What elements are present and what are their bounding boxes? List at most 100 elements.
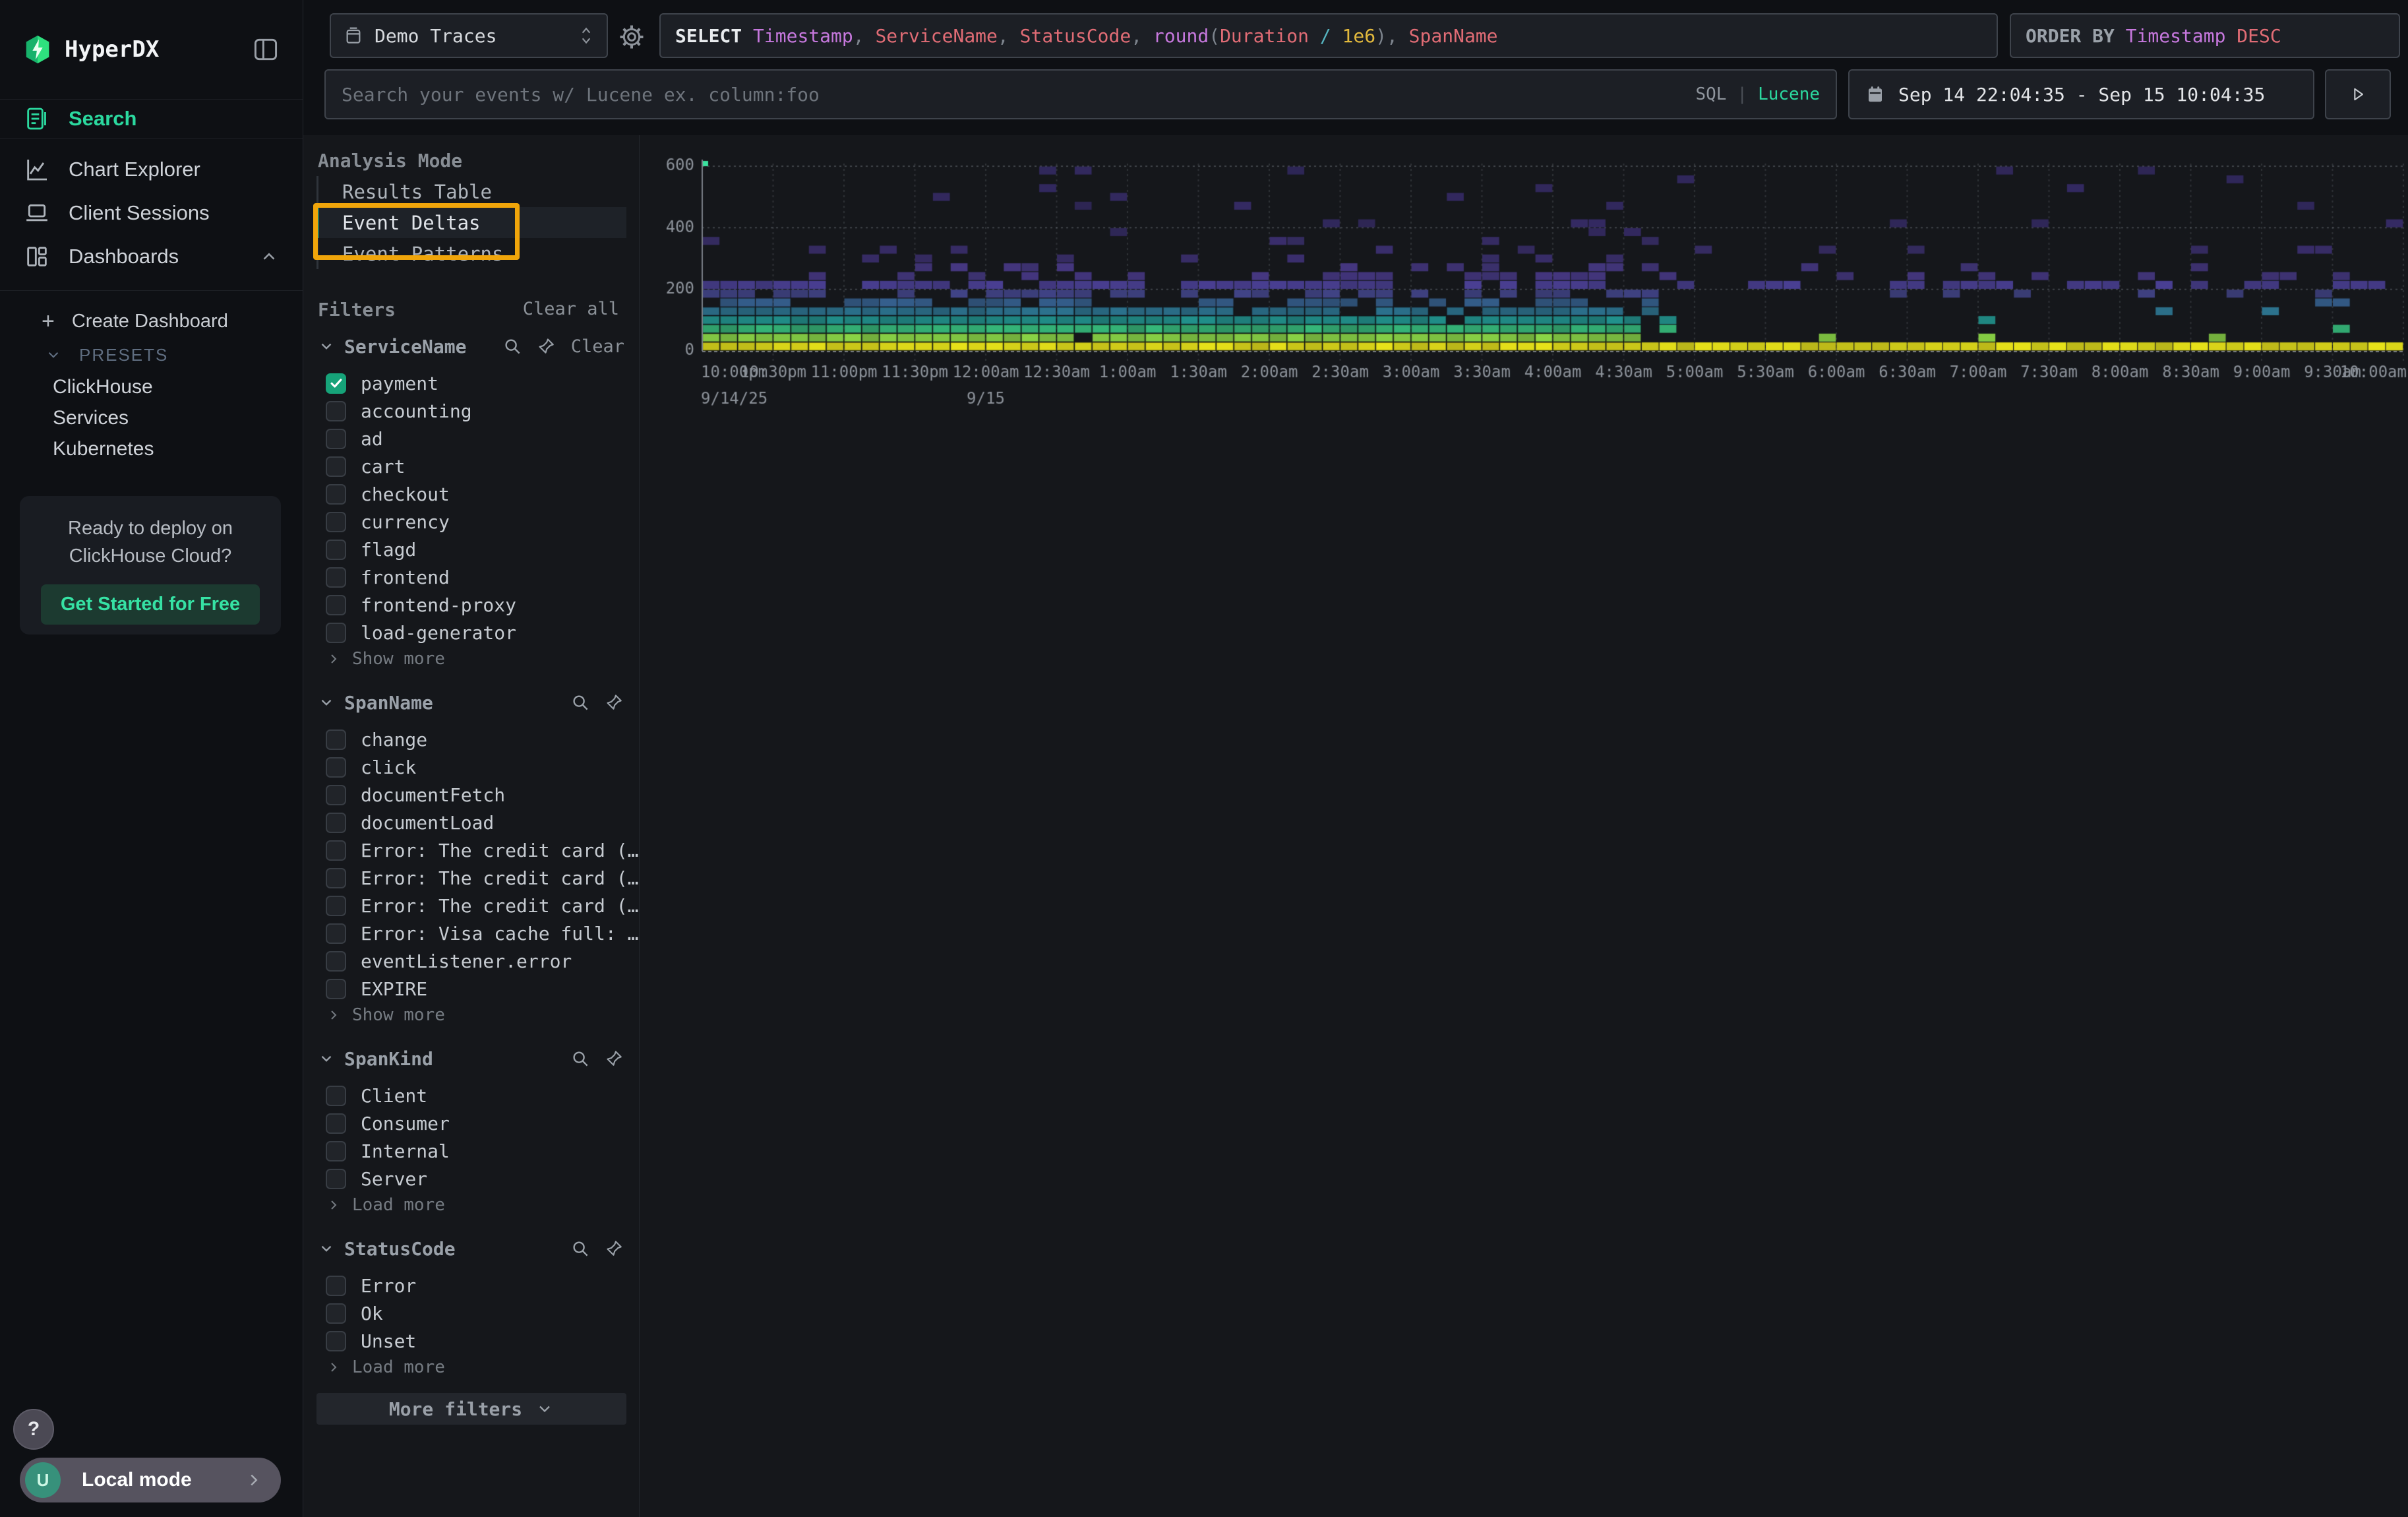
filter-option-label: frontend: [361, 567, 450, 588]
filter-option-flagd[interactable]: flagd: [326, 536, 416, 563]
filter-option-documentload[interactable]: documentLoad: [326, 809, 494, 836]
filter-option-expire[interactable]: EXPIRE: [326, 975, 427, 1002]
checkbox[interactable]: [326, 896, 346, 916]
search-icon[interactable]: [502, 336, 522, 356]
checkbox[interactable]: [326, 979, 346, 999]
pin-icon[interactable]: [605, 1049, 624, 1068]
analysis-mode-option-results-table[interactable]: Results Table: [316, 176, 626, 207]
filter-option-eventlistener-error[interactable]: eventListener.error: [326, 948, 572, 974]
checkbox[interactable]: [326, 595, 346, 615]
run-query-button[interactable]: [2325, 69, 2391, 119]
sidebar-item-chart-explorer[interactable]: Chart Explorer: [0, 148, 303, 191]
filter-option-ad[interactable]: ad: [326, 425, 383, 452]
local-mode-menu[interactable]: U Local mode: [20, 1458, 281, 1502]
filter-option-error-the-credit-card[interactable]: Error: The credit card (…: [326, 865, 638, 891]
checkbox[interactable]: [326, 1113, 346, 1134]
filter-option-client[interactable]: Client: [326, 1082, 427, 1109]
sql-select-input[interactable]: SELECT Timestamp, ServiceName, StatusCod…: [659, 13, 1998, 58]
filter-option-currency[interactable]: currency: [326, 509, 450, 535]
checkbox[interactable]: [326, 540, 346, 560]
checkbox[interactable]: [326, 729, 346, 750]
filter-option-frontend-proxy[interactable]: frontend-proxy: [326, 592, 516, 618]
events-duration-heatmap-chart[interactable]: [646, 152, 2408, 429]
pin-icon[interactable]: [605, 1239, 624, 1258]
filter-option-click[interactable]: click: [326, 754, 416, 780]
help-button[interactable]: ?: [13, 1409, 54, 1450]
sidebar-collapse-icon[interactable]: [251, 35, 280, 64]
filter-option-error-visa-cache-full[interactable]: Error: Visa cache full: …: [326, 920, 638, 946]
sql-mode-button[interactable]: SQL: [1695, 84, 1726, 104]
analysis-mode-option-event-patterns[interactable]: Event Patterns: [316, 238, 626, 269]
checkbox[interactable]: [326, 623, 346, 643]
filter-option-error[interactable]: Error: [326, 1272, 416, 1299]
filter-option-change[interactable]: change: [326, 726, 427, 753]
filter-group-header-spanname[interactable]: SpanName: [318, 689, 624, 716]
source-settings-gear-icon[interactable]: [618, 24, 645, 50]
checkbox[interactable]: [326, 951, 346, 972]
preset-item-services[interactable]: Services: [0, 402, 303, 433]
pin-icon[interactable]: [537, 336, 557, 356]
checkbox[interactable]: [326, 1086, 346, 1106]
load-more-link[interactable]: Load more: [326, 1193, 445, 1217]
checkbox[interactable]: [326, 1141, 346, 1161]
checkbox-checked[interactable]: [326, 373, 346, 394]
source-select[interactable]: Demo Traces: [330, 13, 608, 58]
checkbox[interactable]: [326, 923, 346, 944]
date-range-picker[interactable]: Sep 14 22:04:35 - Sep 15 10:04:35: [1848, 69, 2314, 119]
search-icon[interactable]: [570, 693, 590, 712]
checkbox[interactable]: [326, 840, 346, 861]
filter-group-header-servicename[interactable]: ServiceNameClear: [318, 333, 624, 359]
filter-option-payment[interactable]: payment: [326, 370, 438, 396]
filter-option-cart[interactable]: cart: [326, 453, 405, 480]
checkbox[interactable]: [326, 1331, 346, 1351]
filter-option-error-the-credit-card[interactable]: Error: The credit card (…: [326, 892, 638, 919]
more-filters-button[interactable]: More filters: [316, 1393, 626, 1425]
clear-group-button[interactable]: Clear: [571, 336, 624, 357]
filter-option-server[interactable]: Server: [326, 1165, 427, 1192]
sidebar-item-dashboards[interactable]: Dashboards: [0, 235, 303, 278]
filter-option-load-generator[interactable]: load-generator: [326, 619, 516, 646]
preset-item-kubernetes[interactable]: Kubernetes: [0, 433, 303, 464]
filter-option-internal[interactable]: Internal: [326, 1138, 450, 1164]
show-more-link[interactable]: Show more: [326, 647, 445, 671]
checkbox[interactable]: [326, 813, 346, 833]
filter-group-header-spankind[interactable]: SpanKind: [318, 1045, 624, 1072]
pin-icon[interactable]: [605, 693, 624, 712]
checkbox[interactable]: [326, 567, 346, 588]
filter-option-consumer[interactable]: Consumer: [326, 1110, 450, 1136]
checkbox[interactable]: [326, 868, 346, 888]
filter-option-ok[interactable]: Ok: [326, 1300, 383, 1326]
presets-toggle[interactable]: PRESETS: [0, 338, 303, 371]
order-by-input[interactable]: ORDER BY Timestamp DESC: [2010, 13, 2400, 58]
sidebar-item-search[interactable]: Search: [0, 99, 303, 139]
load-more-link[interactable]: Load more: [326, 1355, 445, 1379]
checkbox[interactable]: [326, 1169, 346, 1189]
search-icon[interactable]: [570, 1049, 590, 1068]
clear-all-filters-button[interactable]: Clear all: [523, 299, 619, 319]
checkbox[interactable]: [326, 456, 346, 477]
checkbox[interactable]: [326, 484, 346, 505]
checkbox[interactable]: [326, 429, 346, 449]
sidebar-item-client-sessions[interactable]: Client Sessions: [0, 191, 303, 235]
get-started-button[interactable]: Get Started for Free: [41, 584, 260, 625]
filter-group-header-statuscode[interactable]: StatusCode: [318, 1235, 624, 1262]
checkbox[interactable]: [326, 1276, 346, 1296]
analysis-mode-option-event-deltas[interactable]: Event Deltas: [316, 207, 626, 238]
filter-option-unset[interactable]: Unset: [326, 1328, 416, 1354]
filter-option-checkout[interactable]: checkout: [326, 481, 450, 507]
filter-option-error-the-credit-card[interactable]: Error: The credit card (…: [326, 837, 638, 863]
checkbox[interactable]: [326, 757, 346, 778]
checkbox[interactable]: [326, 1303, 346, 1324]
search-icon[interactable]: [570, 1239, 590, 1258]
checkbox[interactable]: [326, 401, 346, 421]
filter-option-documentfetch[interactable]: documentFetch: [326, 782, 505, 808]
checkbox[interactable]: [326, 512, 346, 532]
search-input[interactable]: [342, 84, 1695, 106]
preset-item-clickhouse[interactable]: ClickHouse: [0, 371, 303, 402]
create-dashboard-button[interactable]: + Create Dashboard: [0, 304, 303, 338]
filter-option-frontend[interactable]: frontend: [326, 564, 450, 590]
lucene-mode-button[interactable]: Lucene: [1758, 84, 1820, 104]
show-more-link[interactable]: Show more: [326, 1003, 445, 1027]
checkbox[interactable]: [326, 785, 346, 805]
filter-option-accounting[interactable]: accounting: [326, 398, 472, 424]
